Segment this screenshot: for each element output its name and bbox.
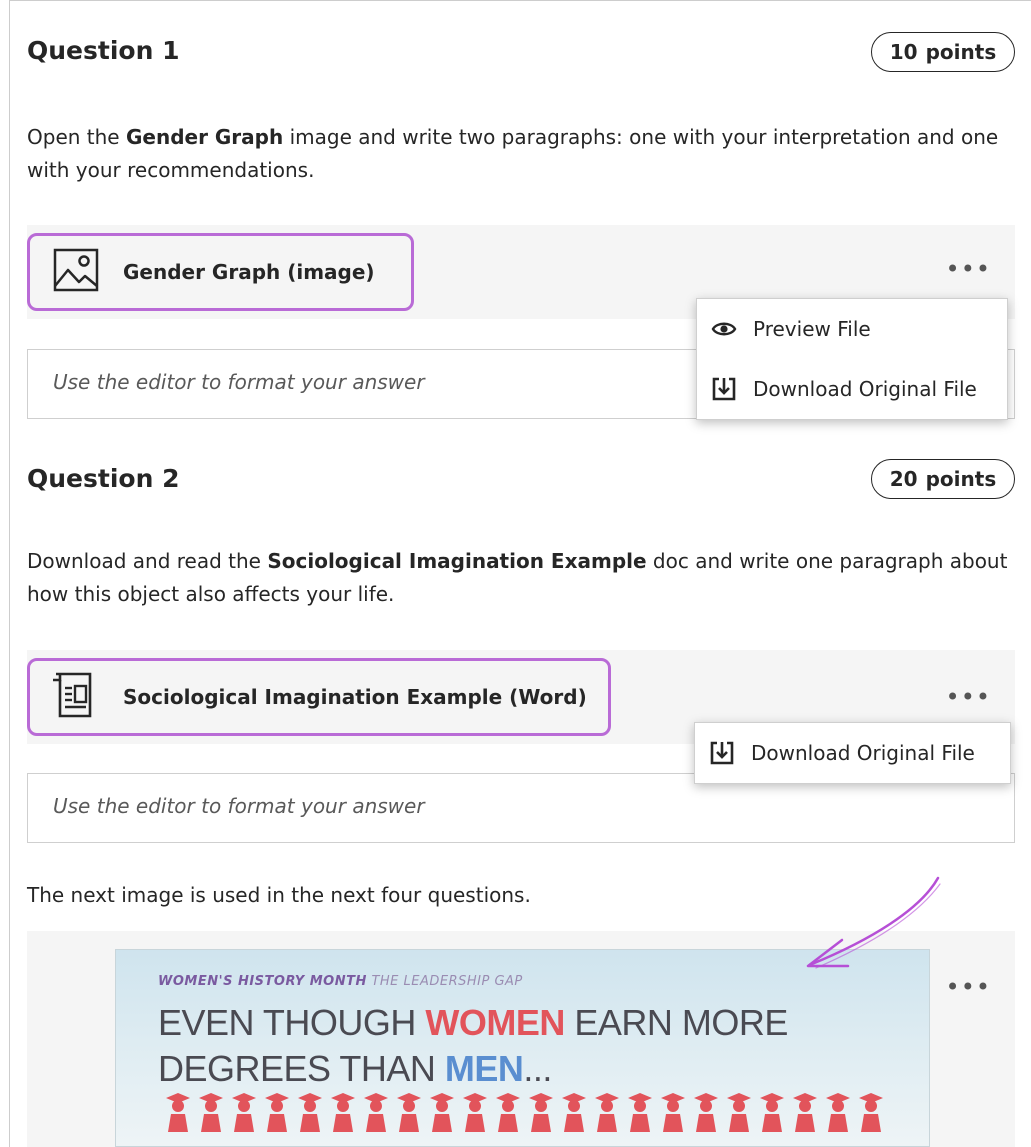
document-file-icon bbox=[53, 672, 92, 718]
question-2-file-card[interactable]: Sociological Imagination Example (Word) bbox=[27, 658, 611, 736]
question-1-file-name: Gender Graph (image) bbox=[123, 260, 375, 284]
graduate-figure bbox=[232, 1093, 256, 1132]
download-icon bbox=[712, 377, 736, 401]
graduate-figure bbox=[298, 1093, 322, 1132]
points-label: points bbox=[925, 40, 997, 64]
graduate-figure bbox=[430, 1093, 454, 1132]
graduate-figure bbox=[859, 1093, 883, 1132]
question-1-text: Open the Gender Graph image and write tw… bbox=[27, 125, 999, 182]
graduate-figure bbox=[529, 1093, 553, 1132]
graduate-figure bbox=[397, 1093, 421, 1132]
question-1-file-card[interactable]: Gender Graph (image) bbox=[27, 233, 414, 311]
infographic-headline: EVEN THOUGH WOMEN EARN MORE DEGREES THAN… bbox=[158, 1002, 788, 1089]
points-value: 10 bbox=[889, 40, 918, 64]
question-2-text: Download and read the Sociological Imagi… bbox=[27, 549, 1008, 606]
points-value: 20 bbox=[889, 467, 918, 491]
graduate-figure bbox=[331, 1093, 355, 1132]
graduate-figure bbox=[826, 1093, 850, 1132]
question-1-title: Question 1 bbox=[27, 36, 180, 65]
graduate-figure bbox=[628, 1093, 652, 1132]
download-icon bbox=[710, 741, 734, 765]
question-1-more-options-button[interactable]: ••• bbox=[946, 255, 991, 283]
question-2-file-reference: Sociological Imagination Example bbox=[267, 549, 647, 573]
graduate-figure bbox=[661, 1093, 685, 1132]
graduate-figure bbox=[793, 1093, 817, 1132]
graduate-figures-illustration bbox=[166, 1093, 883, 1132]
question-2-points-badge: 20 points bbox=[871, 459, 1015, 499]
question-2-file-menu: Download Original File bbox=[694, 722, 1011, 784]
graduate-figure bbox=[562, 1093, 586, 1132]
graduate-figure bbox=[727, 1093, 751, 1132]
graduate-figure bbox=[166, 1093, 190, 1132]
graduate-figure bbox=[199, 1093, 223, 1132]
graduate-figure bbox=[694, 1093, 718, 1132]
menu-item-download-original-file[interactable]: Download Original File bbox=[695, 723, 1010, 783]
graduate-figure bbox=[463, 1093, 487, 1132]
graduate-figure bbox=[364, 1093, 388, 1132]
question-1-file-reference: Gender Graph bbox=[125, 125, 284, 149]
question-2-title: Question 2 bbox=[27, 464, 180, 493]
answer-placeholder: Use the editor to format your answer bbox=[53, 794, 425, 818]
infographic-tag: WOMEN'S HISTORY MONTH THE LEADERSHIP GAP bbox=[158, 974, 523, 989]
graduate-figure bbox=[595, 1093, 619, 1132]
graduate-figure bbox=[496, 1093, 520, 1132]
points-label: points bbox=[925, 467, 997, 491]
graduate-figure bbox=[760, 1093, 784, 1132]
question-2-file-name: Sociological Imagination Example (Word) bbox=[123, 685, 587, 709]
menu-item-preview-file[interactable]: Preview File bbox=[697, 299, 1007, 359]
question-1-points-badge: 10 points bbox=[871, 32, 1015, 72]
answer-placeholder: Use the editor to format your answer bbox=[53, 370, 425, 394]
graduate-figure bbox=[265, 1093, 289, 1132]
question-1-file-menu: Preview File Download Original File bbox=[696, 298, 1008, 420]
question-2-more-options-button[interactable]: ••• bbox=[946, 683, 991, 711]
menu-item-download-original-file[interactable]: Download Original File bbox=[697, 359, 1007, 419]
annotation-arrow-icon bbox=[806, 876, 941, 969]
image-file-icon bbox=[53, 248, 99, 292]
eye-icon bbox=[711, 322, 737, 336]
